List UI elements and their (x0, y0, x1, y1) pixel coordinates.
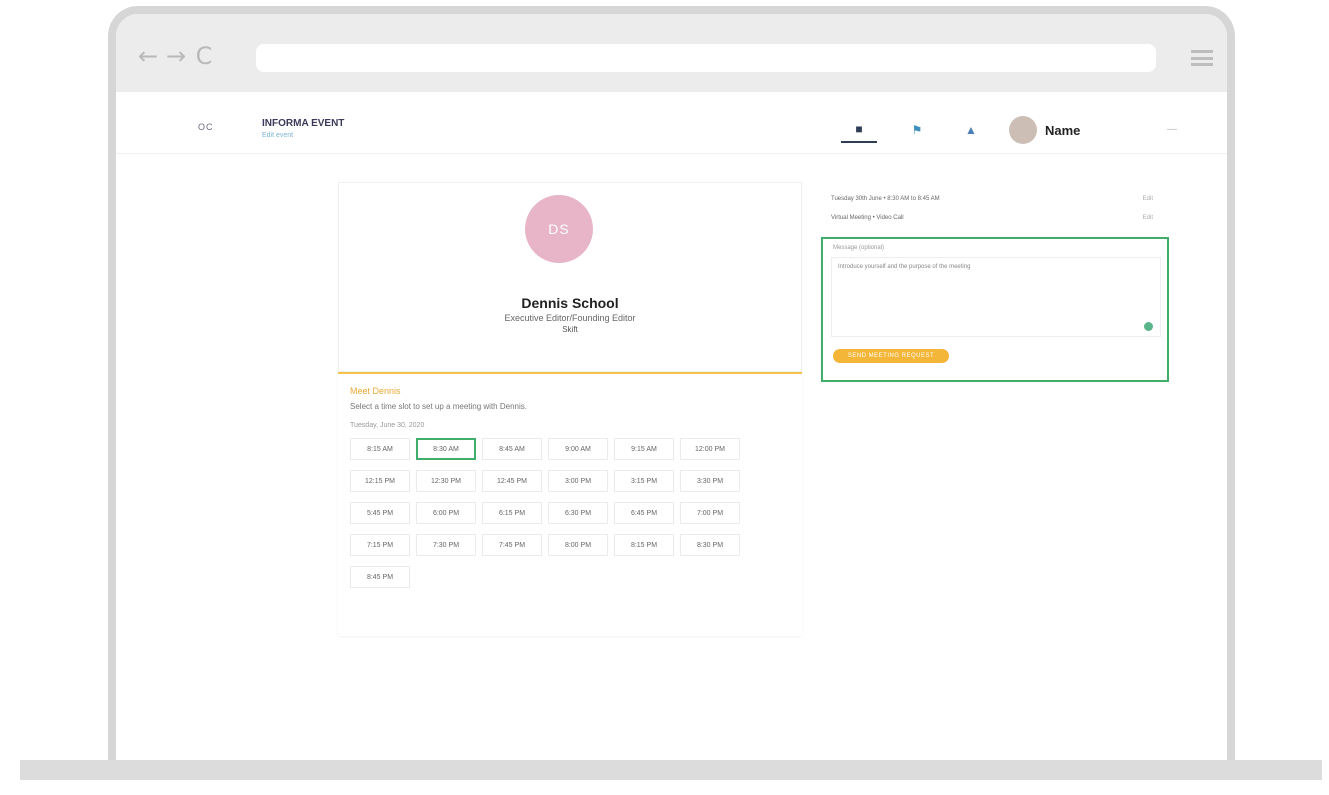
message-label: Message (optional) (833, 245, 885, 251)
bell-icon[interactable]: ▲ (953, 117, 989, 143)
logo[interactable]: OC (198, 122, 214, 132)
time-slot-button[interactable]: 3:15 PM (614, 470, 674, 492)
time-slot-button[interactable]: 7:45 PM (482, 534, 542, 556)
time-slot-button[interactable]: 7:00 PM (680, 502, 740, 524)
meeting-time: Tuesday 30th June • 8:30 AM to 8:45 AM (831, 196, 940, 202)
time-slot-button[interactable]: 9:15 AM (614, 438, 674, 460)
time-slot-button[interactable]: 9:00 AM (548, 438, 608, 460)
more-icon[interactable]: — (1167, 124, 1177, 135)
meeting-type: Virtual Meeting • Video Call (831, 215, 904, 221)
user-name[interactable]: Name (1045, 123, 1080, 138)
browser-nav: ← → C (138, 42, 214, 70)
time-slot-button[interactable]: 12:45 PM (482, 470, 542, 492)
url-bar[interactable] (256, 44, 1156, 72)
reload-icon[interactable]: C (194, 42, 214, 70)
time-slot-button[interactable]: 8:00 PM (548, 534, 608, 556)
time-slot-button[interactable]: 6:00 PM (416, 502, 476, 524)
avatar[interactable] (1009, 116, 1037, 144)
app-header: OC INFORMA EVENT Edit event ■ ⚑ ▲ Name — (116, 92, 1227, 154)
chat-icon[interactable]: ⚑ (899, 117, 935, 143)
time-slot-button[interactable]: 12:30 PM (416, 470, 476, 492)
time-slot-button[interactable]: 8:45 PM (350, 566, 410, 588)
event-title: INFORMA EVENT (262, 118, 345, 129)
time-slot-button[interactable]: 12:00 PM (680, 438, 740, 460)
time-slot-button[interactable]: 8:30 AM (416, 438, 476, 460)
edit-time-link[interactable]: Edit (1143, 196, 1153, 202)
home-icon[interactable]: ■ (841, 117, 877, 143)
time-slot-button[interactable]: 8:15 AM (350, 438, 410, 460)
profile-card: DS Dennis School Executive Editor/Foundi… (338, 182, 802, 372)
message-section: Message (optional) Introduce yourself an… (821, 237, 1169, 382)
meeting-request-panel: Tuesday 30th June • 8:30 AM to 8:45 AM E… (821, 182, 1169, 382)
time-slot-button[interactable]: 7:30 PM (416, 534, 476, 556)
time-slot-grid: 8:15 AM 8:30 AM 8:45 AM 9:00 AM 9:15 AM 12:00… (350, 438, 790, 588)
laptop-mockup: ← → C OC INFORMA EVENT Edit event ■ ⚑ ▲ … (0, 0, 1329, 795)
time-slot-button[interactable]: 6:30 PM (548, 502, 608, 524)
time-slot-button[interactable]: 5:45 PM (350, 502, 410, 524)
laptop-screen: ← → C OC INFORMA EVENT Edit event ■ ⚑ ▲ … (108, 6, 1235, 764)
back-icon[interactable]: ← (138, 42, 158, 70)
time-slot-button[interactable]: 6:15 PM (482, 502, 542, 524)
time-slot-button[interactable]: 8:30 PM (680, 534, 740, 556)
time-slot-button[interactable]: 3:00 PM (548, 470, 608, 492)
person-name: Dennis School (521, 295, 619, 311)
time-slot-button[interactable]: 6:45 PM (614, 502, 674, 524)
time-slot-button[interactable]: 8:15 PM (614, 534, 674, 556)
edit-event-link[interactable]: Edit event (262, 132, 293, 139)
hamburger-menu-icon[interactable] (1191, 50, 1213, 66)
meeting-time-row: Tuesday 30th June • 8:30 AM to 8:45 AM E… (831, 196, 1161, 202)
meet-date: Tuesday, June 30, 2020 (350, 422, 425, 429)
edit-type-link[interactable]: Edit (1143, 215, 1153, 221)
laptop-base (20, 760, 1322, 780)
time-slot-button[interactable]: 7:15 PM (350, 534, 410, 556)
send-meeting-request-button[interactable]: SEND MEETING REQUEST (833, 349, 949, 363)
message-textarea[interactable]: Introduce yourself and the purpose of th… (831, 257, 1161, 337)
grammar-status-icon (1144, 322, 1153, 331)
time-slot-button[interactable]: 12:15 PM (350, 470, 410, 492)
time-slot-button[interactable]: 3:30 PM (680, 470, 740, 492)
meet-description: Select a time slot to set up a meeting w… (350, 402, 527, 411)
time-slot-button[interactable]: 8:45 AM (482, 438, 542, 460)
header-nav: ■ ⚑ ▲ Name (841, 116, 1080, 144)
meeting-type-row: Virtual Meeting • Video Call Edit (831, 215, 1161, 221)
person-company: Skift (562, 325, 578, 334)
browser-toolbar: ← → C (116, 14, 1227, 92)
meet-card: Meet Dennis Select a time slot to set up… (338, 372, 802, 636)
person-title: Executive Editor/Founding Editor (504, 313, 636, 323)
meet-heading: Meet Dennis (350, 386, 401, 396)
profile-avatar: DS (525, 195, 593, 263)
forward-icon[interactable]: → (166, 42, 186, 70)
